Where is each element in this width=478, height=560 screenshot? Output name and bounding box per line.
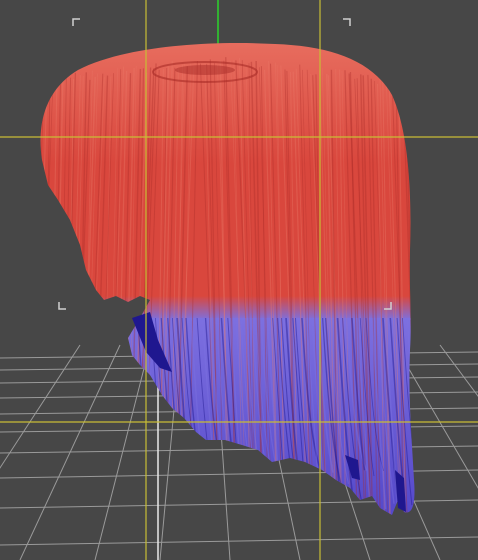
hair-model[interactable] [0, 0, 478, 560]
3d-viewport[interactable] [0, 0, 478, 560]
hair-strand [414, 317, 415, 471]
frame-corner-top-right [343, 18, 351, 26]
grid-line [94, 344, 151, 560]
hair-strand [40, 83, 48, 516]
frame-corner-bottom-left [58, 302, 66, 310]
hair-strand [419, 88, 426, 558]
grid-line [0, 536, 478, 546]
hair-strand [421, 80, 437, 550]
hair-strand [40, 76, 45, 516]
hair-strand [412, 78, 415, 516]
hair-crown-center [175, 65, 235, 75]
viewport-canvas[interactable] [0, 0, 478, 560]
hair-body [40, 43, 437, 558]
hair-strand [40, 82, 42, 516]
frame-corner-top-left [72, 18, 80, 26]
hair-strand [411, 317, 415, 506]
hair-strand [416, 81, 423, 551]
